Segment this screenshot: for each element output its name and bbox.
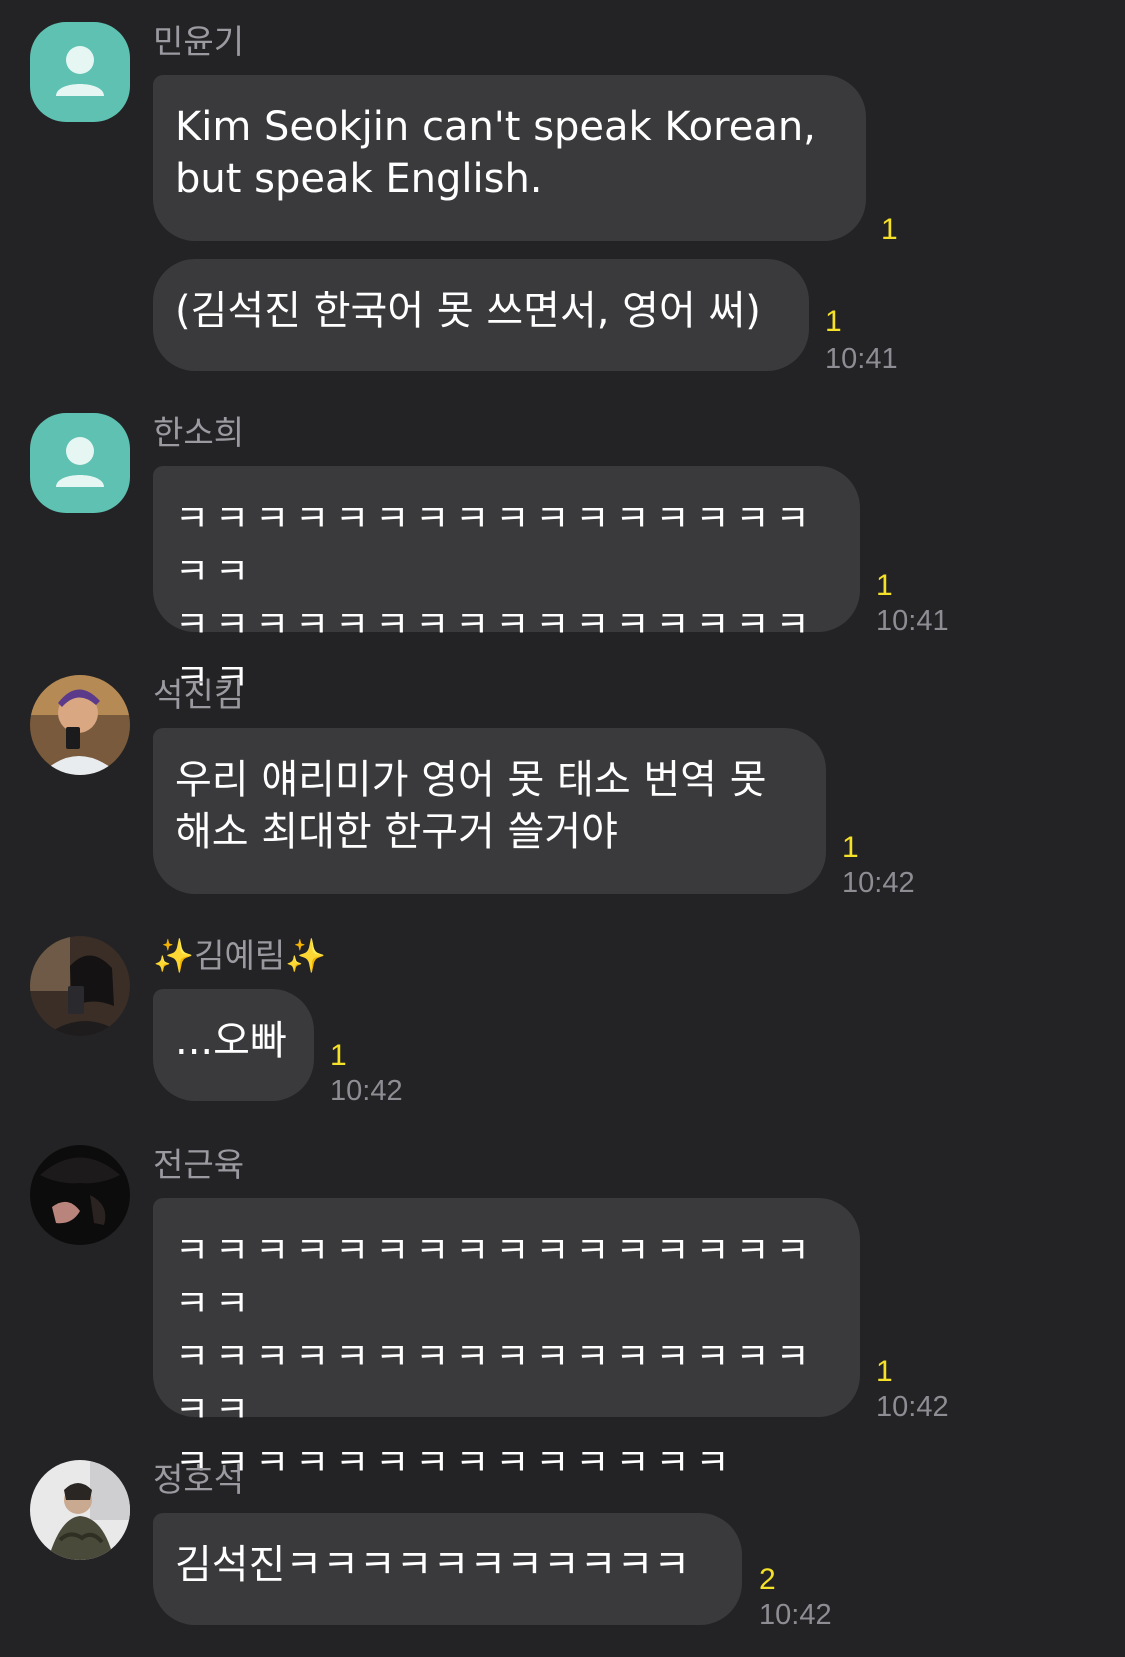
unread-count: 1 (876, 569, 893, 602)
timestamp: 10:42 (330, 1075, 403, 1107)
unread-count: 1 (876, 1355, 893, 1388)
sender-name: 석진킴 (153, 675, 245, 714)
sparkles-icon: ✨ (153, 936, 195, 975)
message-bubble[interactable]: Kim Seokjin can't speak Korean, but spea… (153, 75, 866, 241)
unread-count: 1 (881, 213, 898, 246)
message-bubble[interactable]: 우리 얘리미가 영어 못 태소 번역 못 해소 최대한 한구거 쓸거야 (153, 728, 826, 894)
timestamp: 10:41 (876, 605, 949, 637)
timestamp: 10:42 (759, 1599, 832, 1631)
profile-photo-icon (30, 675, 130, 775)
sender-name-text: 김예림 (194, 936, 286, 975)
sender-name: ✨김예림✨ (153, 936, 326, 976)
profile-photo-icon (30, 1460, 130, 1560)
avatar[interactable] (30, 1460, 130, 1560)
timestamp: 10:42 (842, 867, 915, 899)
unread-count: 1 (842, 831, 859, 864)
sender-name: 정호석 (153, 1460, 245, 1499)
message-bubble[interactable]: ...오빠 (153, 989, 314, 1101)
avatar[interactable] (30, 413, 130, 513)
message-bubble[interactable]: (김석진 한국어 못 쓰면서, 영어 써) (153, 259, 809, 371)
person-icon (56, 46, 104, 96)
timestamp: 10:41 (825, 343, 898, 375)
timestamp: 10:42 (876, 1391, 949, 1423)
sender-name: 전근육 (153, 1145, 245, 1184)
person-icon (56, 437, 104, 487)
avatar[interactable] (30, 22, 130, 122)
unread-count: 1 (825, 305, 842, 338)
sender-name: 한소희 (153, 413, 245, 452)
message-bubble[interactable]: ㅋㅋㅋㅋㅋㅋㅋㅋㅋㅋㅋㅋㅋㅋㅋㅋㅋㅋ ㅋㅋㅋㅋㅋㅋㅋㅋㅋㅋㅋㅋㅋㅋㅋㅋㅋㅋ (153, 466, 860, 699)
avatar[interactable] (30, 675, 130, 775)
unread-count: 1 (330, 1039, 347, 1072)
profile-photo-icon (30, 936, 130, 1036)
avatar[interactable] (30, 936, 130, 1036)
message-bubble[interactable]: ㅋㅋㅋㅋㅋㅋㅋㅋㅋㅋㅋㅋㅋㅋㅋㅋㅋㅋ ㅋㅋㅋㅋㅋㅋㅋㅋㅋㅋㅋㅋㅋㅋㅋㅋㅋㅋ ㅋㅋ… (153, 1198, 860, 1484)
profile-photo-icon (30, 1145, 130, 1245)
unread-count: 2 (759, 1563, 776, 1596)
sender-name: 민윤기 (153, 22, 245, 61)
message-bubble[interactable]: 김석진ㅋㅋㅋㅋㅋㅋㅋㅋㅋㅋㅋ (153, 1513, 742, 1625)
avatar[interactable] (30, 1145, 130, 1245)
sparkles-icon: ✨ (285, 936, 327, 975)
